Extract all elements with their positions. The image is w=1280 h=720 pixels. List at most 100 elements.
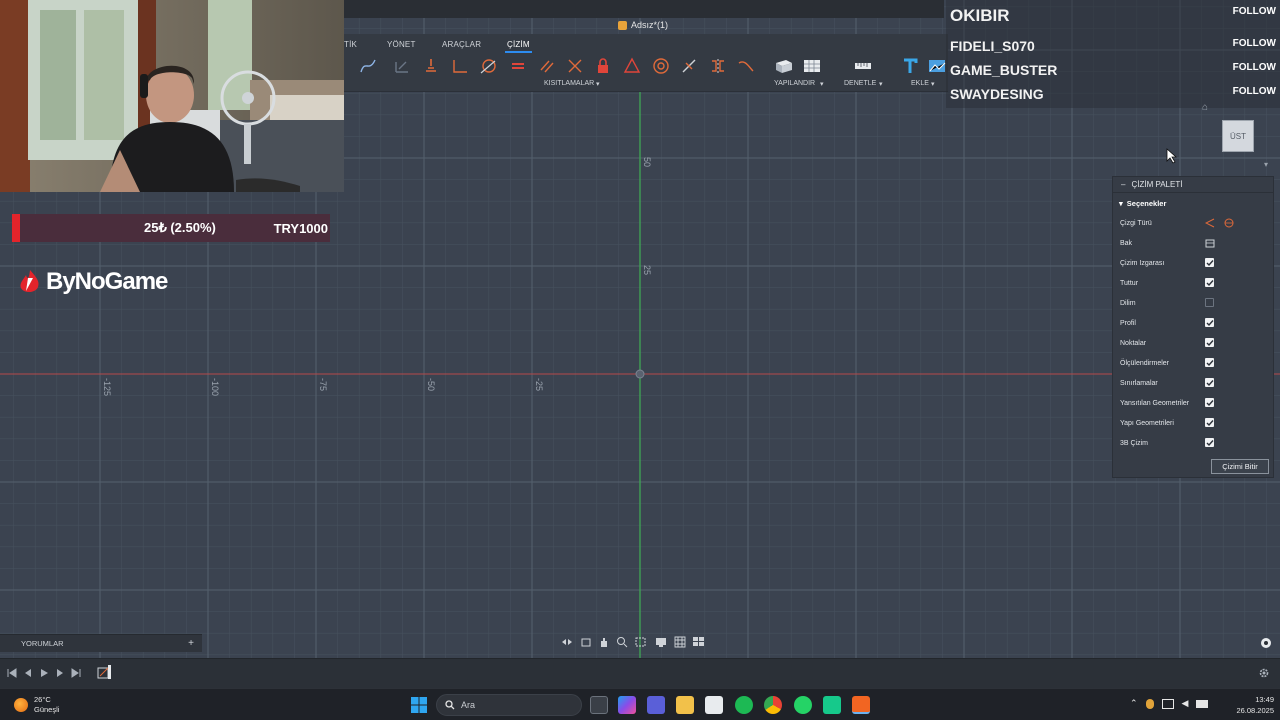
zoom-window-icon[interactable] <box>634 636 648 648</box>
origin-point[interactable] <box>635 369 645 379</box>
microsoft-store-icon[interactable] <box>705 696 723 714</box>
measure-icon[interactable] <box>853 56 873 76</box>
follow-label: FOLLOW <box>1232 38 1276 49</box>
battery-icon[interactable] <box>1196 699 1209 708</box>
inspect-group-label[interactable]: DENETLE <box>844 80 876 87</box>
insert-text-icon[interactable] <box>901 56 921 76</box>
line-icon[interactable] <box>450 56 470 76</box>
midpoint-icon[interactable] <box>679 56 699 76</box>
tab-sketch[interactable]: ÇİZİM <box>505 40 532 53</box>
snap-checkbox[interactable] <box>1205 278 1214 287</box>
construct-table-icon[interactable] <box>802 56 822 76</box>
profile-checkbox[interactable] <box>1205 318 1214 327</box>
brand-name: ByNoGame <box>46 268 168 295</box>
centerline-icon[interactable] <box>1224 218 1234 228</box>
dimensions-checkbox[interactable] <box>1205 358 1214 367</box>
symmetry-icon[interactable] <box>708 56 728 76</box>
points-checkbox[interactable] <box>1205 338 1214 347</box>
palette-row-3d: 3B Çizim <box>1113 433 1273 453</box>
projected-geometry-checkbox[interactable] <box>1205 398 1214 407</box>
step-forward-icon[interactable] <box>54 667 66 679</box>
constraints-checkbox[interactable] <box>1205 378 1214 387</box>
display-settings-icon[interactable] <box>654 636 668 648</box>
palette-row-linetype: Çizgi Türü <box>1113 213 1273 233</box>
weather-condition: Güneşli <box>34 705 60 714</box>
add-comment-icon[interactable]: + <box>188 638 194 649</box>
view-cube[interactable]: ÜST <box>1222 120 1254 152</box>
finish-sketch-button[interactable]: Çizimi Bitir <box>1211 459 1269 474</box>
network-icon[interactable] <box>1161 698 1174 709</box>
collapse-icon[interactable]: – <box>1121 180 1125 189</box>
comments-panel[interactable]: YORUMLAR + <box>0 634 202 652</box>
whatsapp-icon[interactable] <box>794 696 812 714</box>
palette-header[interactable]: – ÇİZİM PALETİ <box>1113 177 1273 193</box>
perpendicular-icon[interactable] <box>565 56 585 76</box>
equal-icon[interactable] <box>508 56 528 76</box>
look-at-icon[interactable] <box>580 636 592 648</box>
offset-icon[interactable] <box>421 56 441 76</box>
tab-utilities[interactable]: ARAÇLAR <box>442 40 481 49</box>
taskbar-search[interactable]: Ara <box>436 694 582 716</box>
chrome-icon[interactable] <box>764 696 782 714</box>
construct-plane-icon[interactable] <box>774 56 794 76</box>
spline-icon[interactable] <box>358 56 378 76</box>
slice-checkbox[interactable] <box>1205 298 1214 307</box>
insert-image-icon[interactable] <box>927 56 947 76</box>
insert-dropdown-icon[interactable]: ▾ <box>931 80 935 88</box>
microphone-icon[interactable] <box>1145 698 1154 709</box>
grid-checkbox[interactable] <box>1205 258 1214 267</box>
grid-settings-icon[interactable] <box>674 636 686 648</box>
construction-line-icon[interactable] <box>1205 218 1215 228</box>
sketch-toolbar: TİK YÖNET ARAÇLAR ÇİZİM KISITLAMALAR ▾ Y… <box>344 34 948 92</box>
concentric-icon[interactable] <box>651 56 671 76</box>
construct-group-label[interactable]: YAPILANDIR <box>774 80 815 87</box>
windows-start-icon[interactable] <box>411 697 427 713</box>
home-view-icon[interactable]: ⌂ <box>1202 102 1208 113</box>
fusion-app-icon[interactable] <box>852 696 870 714</box>
constraints-dropdown-icon[interactable]: ▾ <box>596 80 600 88</box>
palette-row-label: Sınırlamalar <box>1120 379 1158 387</box>
teams-icon[interactable] <box>647 696 665 714</box>
palette-section-options[interactable]: ▾ Seçenekler <box>1113 193 1273 213</box>
parallel-icon[interactable] <box>537 56 557 76</box>
spotify-icon[interactable] <box>735 696 753 714</box>
palette-row-construction: Yapı Geometrileri <box>1113 413 1273 433</box>
task-view-icon[interactable] <box>590 696 608 714</box>
pan-hand-icon[interactable] <box>598 636 610 648</box>
insert-group-label[interactable]: EKLE <box>911 80 929 87</box>
play-icon[interactable] <box>38 667 50 679</box>
curvature-icon[interactable] <box>736 56 756 76</box>
palette-row-label: Çizgi Türü <box>1120 219 1152 227</box>
taskbar-clock[interactable]: 13:49 26.08.2025 <box>1228 694 1274 716</box>
triangle-icon[interactable] <box>622 56 642 76</box>
step-back-icon[interactable] <box>22 667 34 679</box>
orbit-icon[interactable] <box>560 636 574 648</box>
construct-dropdown-icon[interactable]: ▾ <box>820 80 824 88</box>
view-cube-menu-icon[interactable]: ▾ <box>1264 160 1268 169</box>
construction-geometry-checkbox[interactable] <box>1205 418 1214 427</box>
constraints-group-label[interactable]: KISITLAMALAR <box>544 80 594 87</box>
go-to-start-icon[interactable] <box>6 667 18 679</box>
document-tab[interactable]: Adsız*(1) <box>618 20 668 30</box>
tab-tik[interactable]: TİK <box>344 40 357 49</box>
tray-expand-icon[interactable]: ⌃ <box>1130 698 1138 709</box>
project-icon[interactable] <box>392 56 412 76</box>
fix-lock-icon[interactable] <box>593 56 613 76</box>
timeline-settings-gear-icon[interactable] <box>1258 667 1270 679</box>
volume-icon[interactable]: ◀ <box>1182 698 1189 709</box>
tab-manage[interactable]: YÖNET <box>387 40 416 49</box>
search-placeholder: Ara <box>461 700 476 710</box>
go-to-end-icon[interactable] <box>70 667 82 679</box>
copilot-icon[interactable] <box>618 696 636 714</box>
timeline-sketch-feature-icon[interactable] <box>96 663 114 681</box>
weather-widget[interactable]: 26°C Güneşli <box>14 695 59 715</box>
chat-bubble-icon[interactable] <box>1260 637 1272 649</box>
tangent-icon[interactable] <box>478 56 498 76</box>
inspect-dropdown-icon[interactable]: ▾ <box>879 80 883 88</box>
file-explorer-icon[interactable] <box>676 696 694 714</box>
look-at-icon[interactable] <box>1205 238 1215 248</box>
3d-sketch-checkbox[interactable] <box>1205 438 1214 447</box>
viewports-icon[interactable] <box>692 636 706 648</box>
zoom-icon[interactable] <box>616 636 628 648</box>
android-app-icon[interactable] <box>823 696 841 714</box>
